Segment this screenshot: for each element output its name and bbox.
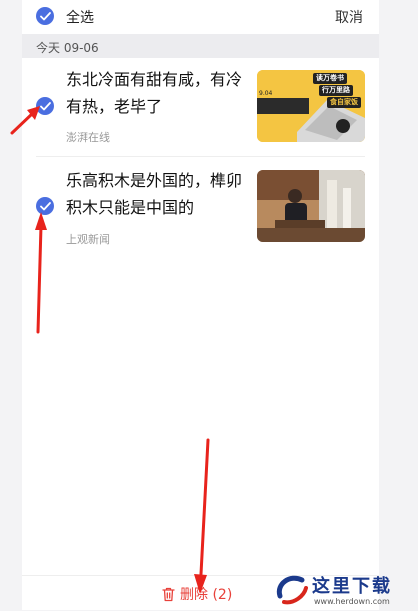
site-watermark: 这里下载 www.herdown.com (272, 566, 412, 610)
list-item[interactable]: 东北冷面有甜有咸，有冷有热，老毕了 澎湃在线 读万卷书 行万里路 食自家饭 9.… (22, 58, 379, 156)
selection-toolbar: 全选 取消 (22, 0, 379, 34)
delete-label: 删除 (2) (180, 587, 233, 603)
favorites-edit-panel: 全选 取消 今天 09-06 东北冷面有甜有咸，有冷有热，老毕了 澎湃在线 读万… (22, 0, 379, 610)
thumbnail-tag-3: 食自家饭 (330, 98, 358, 106)
lego-exhibition-photo-image (257, 170, 365, 242)
checkmark-icon (39, 11, 51, 20)
watermark-url: www.herdown.com (314, 597, 390, 606)
item-title[interactable]: 东北冷面有甜有咸，有冷有热，老毕了 (66, 66, 246, 120)
item-divider (36, 156, 365, 157)
item-title[interactable]: 乐高积木是外国的，榫卯积木只能是中国的 (66, 167, 246, 221)
select-all-label[interactable]: 全选 (66, 7, 94, 27)
item-checkbox[interactable] (36, 97, 54, 115)
select-all-checkbox[interactable] (36, 7, 54, 25)
trash-icon (162, 587, 175, 601)
item-thumbnail[interactable]: 读万卷书 行万里路 食自家饭 9.04 (257, 70, 365, 142)
list-item[interactable]: 乐高积木是外国的，榫卯积木只能是中国的 上观新闻 (22, 160, 379, 260)
date-group-header: 今天 09-06 (22, 34, 379, 58)
delete-button[interactable]: 删除 (2) (162, 584, 232, 604)
thumbnail-date: 9.04 (259, 90, 273, 97)
checkmark-icon (39, 101, 51, 110)
item-source: 上观新闻 (66, 233, 110, 246)
item-checkbox[interactable] (36, 197, 54, 215)
item-source: 澎湃在线 (66, 131, 110, 144)
checkmark-icon (39, 201, 51, 210)
item-thumbnail[interactable] (257, 170, 365, 242)
cancel-button[interactable]: 取消 (335, 7, 363, 27)
date-label: 今天 09-06 (36, 41, 99, 55)
watermark-text: 这里下载 (312, 576, 392, 597)
thumbnail-tag-1: 读万卷书 (316, 74, 344, 82)
thumbnail-tag-2: 行万里路 (322, 86, 350, 94)
site-logo-icon (276, 575, 308, 605)
